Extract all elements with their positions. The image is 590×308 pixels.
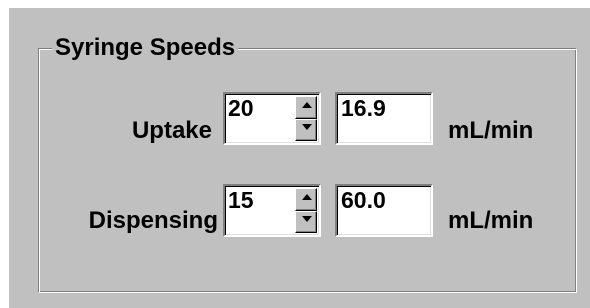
dispensing-spin-down-button[interactable] [295,210,317,233]
groupbox-title: Syringe Speeds [52,33,239,63]
dispensing-spin-value[interactable]: 15 [225,186,254,212]
uptake-rate-field[interactable]: 16.9 [335,92,433,145]
dispensing-unit-label: mL/min [448,207,534,234]
uptake-spin-buttons [295,96,317,141]
uptake-unit-label: mL/min [448,117,534,144]
arrow-down-icon [302,123,312,130]
arrow-down-icon [302,215,312,222]
syringe-speeds-groupbox [38,48,577,293]
arrow-up-icon [302,194,312,200]
dispensing-rate-field[interactable]: 60.0 [335,184,433,237]
dispensing-label: Dispensing [88,207,218,234]
dispensing-spin-up-button[interactable] [295,188,317,211]
uptake-spin-down-button[interactable] [295,118,317,141]
arrow-up-icon [302,102,312,108]
uptake-spin-value[interactable]: 20 [225,94,254,120]
dispensing-spin-buttons [295,188,317,233]
uptake-label: Uptake [131,117,212,144]
uptake-spin-up-button[interactable] [295,96,317,119]
uptake-spin-box[interactable]: 20 [223,92,321,145]
dispensing-spin-box[interactable]: 15 [223,184,321,237]
